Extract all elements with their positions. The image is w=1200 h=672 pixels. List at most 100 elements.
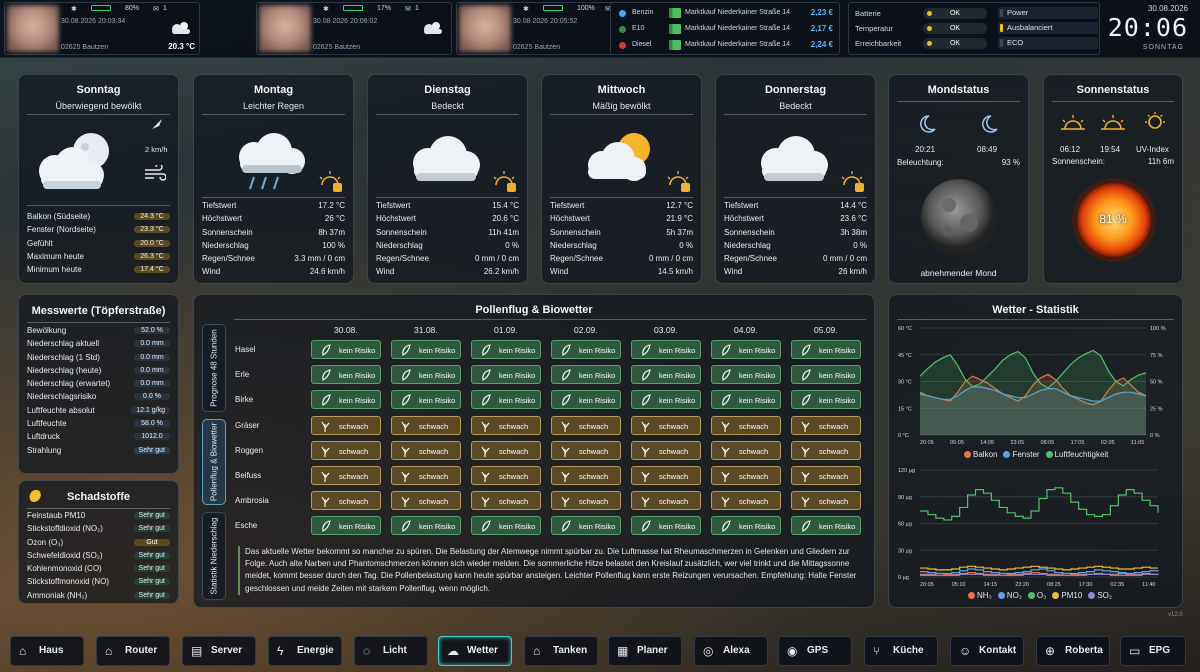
pollen-level: schwach: [419, 472, 449, 481]
pollen-level-chip[interactable]: schwach: [311, 440, 381, 460]
y2-tick-label: 0 %: [1150, 433, 1160, 439]
pollen-level-chip[interactable]: schwach: [391, 415, 461, 435]
legend-label: Luftfeuchtigkeit: [1054, 450, 1109, 459]
pollen-level-chip[interactable]: kein Risiko: [311, 365, 381, 385]
person-card[interactable]: ✱ 80% ✉ 1 30.08.2026 20:03:34 02625 Bautzen 20…: [4, 2, 200, 55]
pollen-level-chip[interactable]: kein Risiko: [791, 340, 861, 359]
pollen-level-chip[interactable]: schwach: [791, 466, 861, 485]
pollen-level-chip[interactable]: kein Risiko: [391, 516, 461, 536]
pollen-level-chip[interactable]: kein Risiko: [391, 340, 461, 359]
grass-icon: [640, 420, 651, 432]
pollen-level-chip[interactable]: kein Risiko: [471, 390, 541, 410]
person-temp: 20.3 °C: [168, 42, 195, 51]
pollen-level-chip[interactable]: schwach: [551, 491, 621, 511]
pollen-level: kein Risiko: [579, 396, 616, 406]
pollen-level-chip[interactable]: kein Risiko: [791, 365, 861, 385]
nav-alexa[interactable]: ◎ Alexa: [694, 636, 768, 666]
cloud-icon: [421, 21, 443, 35]
nav-server[interactable]: ▤ Server: [182, 636, 256, 666]
leaf-icon: [560, 344, 571, 356]
nav-küche[interactable]: ⑂ Küche: [864, 636, 938, 666]
pollen-tab[interactable]: Prognose 48 Stunden: [202, 324, 226, 412]
pollen-level-chip[interactable]: schwach: [311, 466, 381, 485]
fuel-prices[interactable]: Benzin Marktkauf Niederkainer Straße 14 2,…: [610, 2, 840, 55]
pollen-level-chip[interactable]: kein Risiko: [311, 390, 381, 410]
pollen-level-chip[interactable]: kein Risiko: [391, 390, 461, 410]
pollen-level-chip[interactable]: kein Risiko: [711, 516, 781, 536]
pollen-level-chip[interactable]: schwach: [311, 491, 381, 511]
row-value: 58.0 %: [134, 420, 170, 428]
pollen-level-chip[interactable]: kein Risiko: [391, 365, 461, 385]
pollen-level-chip[interactable]: schwach: [631, 491, 701, 511]
pollen-level-chip[interactable]: kein Risiko: [711, 340, 781, 359]
pollen-level-chip[interactable]: kein Risiko: [551, 390, 621, 410]
y2-tick-label: 50 %: [1150, 380, 1163, 386]
pollen-level-chip[interactable]: schwach: [791, 415, 861, 435]
pollen-level-chip[interactable]: kein Risiko: [551, 516, 621, 536]
pollen-level-chip[interactable]: schwach: [631, 440, 701, 460]
pollen-level-chip[interactable]: kein Risiko: [791, 516, 861, 536]
pollen-tab[interactable]: Pollenflug & Biowetter: [202, 419, 226, 505]
pollen-level-chip[interactable]: kein Risiko: [311, 340, 381, 359]
pollen-level-chip[interactable]: schwach: [471, 440, 541, 460]
pollen-level-chip[interactable]: schwach: [631, 415, 701, 435]
pollen-level-chip[interactable]: schwach: [471, 466, 541, 485]
pollen-level-chip[interactable]: schwach: [391, 491, 461, 511]
pollen-level-chip[interactable]: kein Risiko: [711, 390, 781, 410]
pollen-level-chip[interactable]: schwach: [631, 466, 701, 485]
nav-planer[interactable]: ▦ Planer: [608, 636, 682, 666]
pollen-level-chip[interactable]: schwach: [391, 440, 461, 460]
pollen-level-chip[interactable]: kein Risiko: [471, 340, 541, 359]
pollen-level-chip[interactable]: schwach: [471, 491, 541, 511]
nav-energie[interactable]: ϟ Energie: [268, 636, 342, 666]
legend-dot: [1045, 451, 1053, 458]
mode-label: Ausbalanciert: [1007, 23, 1053, 32]
nav-epg[interactable]: ▭ EPG: [1120, 636, 1186, 666]
nav-roberta[interactable]: ⊕ Roberta: [1036, 636, 1110, 666]
nav-kontakt[interactable]: ☺ Kontakt: [950, 636, 1024, 666]
mode-power[interactable]: Power: [998, 7, 1098, 19]
pollen-level-chip[interactable]: kein Risiko: [631, 365, 701, 385]
pollen-level-chip[interactable]: kein Risiko: [551, 365, 621, 385]
nav-tanken[interactable]: ⌂ Tanken: [524, 636, 598, 666]
pollen-level-chip[interactable]: kein Risiko: [471, 365, 541, 385]
nav-router[interactable]: ⌂ Router: [96, 636, 170, 666]
pollen-level-chip[interactable]: kein Risiko: [631, 516, 701, 536]
nav-wetter[interactable]: ☁ Wetter: [438, 636, 512, 666]
leaf-icon: [320, 344, 331, 356]
fuel-dot: [619, 42, 626, 49]
pollen-level-chip[interactable]: schwach: [791, 440, 861, 460]
uv-index-icon: [1145, 112, 1165, 129]
pollen-level-chip[interactable]: schwach: [711, 466, 781, 485]
legend-label: NH₃: [977, 591, 992, 600]
pollen-level: schwach: [499, 421, 529, 431]
mode-eco[interactable]: ECO: [998, 37, 1098, 49]
pollen-level-chip[interactable]: schwach: [551, 415, 621, 435]
pollen-level-chip[interactable]: schwach: [711, 491, 781, 511]
pollen-level-chip[interactable]: kein Risiko: [631, 340, 701, 359]
leaf-icon: [640, 394, 651, 407]
pollen-level-chip[interactable]: schwach: [471, 415, 541, 435]
pollen-level-chip[interactable]: schwach: [551, 466, 621, 485]
pollen-level-chip[interactable]: kein Risiko: [311, 516, 381, 536]
legend-dot: [964, 451, 971, 458]
pollen-level-chip[interactable]: kein Risiko: [551, 340, 621, 359]
row-label: Sonnenschein: [550, 227, 601, 237]
nav-gps[interactable]: ◉ GPS: [778, 636, 852, 666]
pollen-level-chip[interactable]: schwach: [791, 491, 861, 511]
pollen-level-chip[interactable]: kein Risiko: [471, 516, 541, 536]
mode-ausbalanciert[interactable]: Ausbalanciert: [998, 22, 1098, 34]
pollen-level-chip[interactable]: schwach: [391, 466, 461, 485]
pollen-level-chip[interactable]: kein Risiko: [711, 365, 781, 385]
nav-licht[interactable]: ◌ Licht: [354, 636, 428, 666]
pollen-level-chip[interactable]: schwach: [311, 415, 381, 435]
pollen-level-chip[interactable]: kein Risiko: [791, 390, 861, 410]
pollen-level-chip[interactable]: schwach: [551, 440, 621, 460]
pollen-tab[interactable]: Statistik Niederschlag: [202, 512, 226, 600]
nav-haus[interactable]: ⌂ Haus: [10, 636, 84, 666]
person-card[interactable]: ✱ 17% ✉ 1 30.08.2026 20:06:02 02625 Bautzen: [256, 2, 452, 55]
pollen-level-chip[interactable]: schwach: [711, 440, 781, 460]
pollen-level-chip[interactable]: schwach: [711, 415, 781, 435]
pollen-level-chip[interactable]: kein Risiko: [631, 390, 701, 410]
nav-label: Licht: [383, 645, 407, 656]
